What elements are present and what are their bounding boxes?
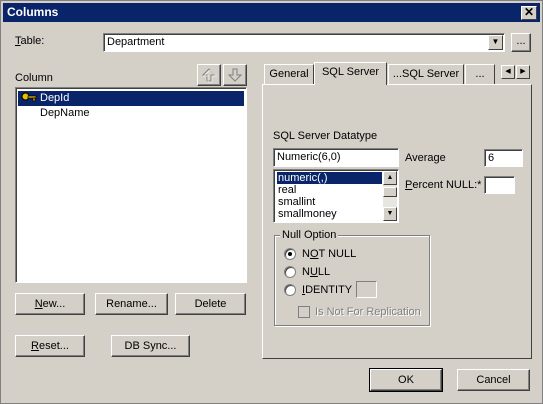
identity-seed-input[interactable] <box>356 281 377 298</box>
replication-checkbox[interactable] <box>298 306 310 318</box>
tab-sql-server-2[interactable]: ...SQL Server <box>388 64 464 84</box>
datatype-input[interactable]: Numeric(6,0) <box>273 148 399 167</box>
tab-general[interactable]: General <box>264 64 314 84</box>
sql-server-panel: SQL Server Datatype Numeric(6,0) numeric… <box>262 84 532 359</box>
null-radio[interactable] <box>284 266 296 278</box>
table-combo[interactable]: Department ▼ <box>103 33 505 52</box>
column-label: Column <box>15 72 53 84</box>
move-down-button[interactable] <box>223 64 247 86</box>
list-item[interactable]: DepName <box>18 106 90 121</box>
average-input[interactable]: 6 <box>484 149 523 167</box>
identity-label: IDENTITY <box>302 284 353 296</box>
tab-more[interactable]: ... <box>465 64 495 84</box>
not-null-radio[interactable] <box>284 248 296 260</box>
table-label-rest: able: <box>20 35 45 47</box>
key-icon <box>21 92 37 102</box>
replication-label: Is Not For Replication <box>315 306 421 318</box>
null-option-label: Null Option <box>280 229 339 241</box>
reset-button-rest: eset... <box>38 340 69 352</box>
list-item[interactable]: numeric(,) <box>277 172 382 184</box>
column-name: DepName <box>40 107 90 119</box>
title-bar: Columns ✕ <box>3 3 540 22</box>
table-label: Table: <box>15 35 45 47</box>
delete-button[interactable]: Delete <box>175 293 246 315</box>
reset-button[interactable]: Reset... <box>15 335 85 357</box>
column-name: DepId <box>40 92 70 104</box>
datatype-input-value: Numeric(6,0) <box>277 151 341 163</box>
percent-null-label: Percent NULL:* <box>405 179 482 191</box>
datatype-label: SQL Server Datatype <box>273 130 378 142</box>
scroll-up-icon[interactable]: ▲ <box>383 171 397 185</box>
db-sync-button[interactable]: DB Sync... <box>111 335 190 357</box>
rename-button[interactable]: Rename... <box>95 293 168 315</box>
arrow-up-icon <box>201 68 218 83</box>
null-label-rest: LL <box>317 266 331 278</box>
column-list[interactable]: DepId DepName <box>15 87 247 283</box>
list-item[interactable]: DepId <box>18 91 244 106</box>
table-combo-value: Department <box>107 36 165 48</box>
table-more-button[interactable]: ... <box>511 33 531 52</box>
window-title: Columns <box>7 5 59 19</box>
list-item[interactable]: smallmoney <box>277 208 337 220</box>
percent-null-label-rest: ercent NULL:* <box>412 179 482 191</box>
tab-scroll-left-icon[interactable]: ◀ <box>501 65 515 79</box>
percent-null-input[interactable] <box>484 176 515 194</box>
columns-dialog: Columns ✕ Table: Department ▼ ... Column… <box>0 0 543 404</box>
scroll-down-icon[interactable]: ▼ <box>383 207 397 221</box>
chevron-down-icon[interactable]: ▼ <box>488 35 503 50</box>
close-button[interactable]: ✕ <box>521 6 537 20</box>
tab-scroll-right-icon[interactable]: ▶ <box>516 65 530 79</box>
scrollbar[interactable]: ▲ ▼ <box>383 171 397 221</box>
not-null-label-rest: T NULL <box>318 248 357 260</box>
datatype-list[interactable]: numeric(,) real smallint smallmoney ▲ ▼ <box>273 169 399 223</box>
cancel-button[interactable]: Cancel <box>457 369 530 391</box>
not-null-label: NOT NULL <box>302 248 357 260</box>
null-label: NULL <box>302 266 331 278</box>
tab-sql-server[interactable]: SQL Server <box>314 62 387 85</box>
new-button-rest: ew... <box>42 298 66 310</box>
identity-radio[interactable] <box>284 284 296 296</box>
new-button[interactable]: New... <box>15 293 85 315</box>
list-item[interactable]: smallint <box>277 196 315 208</box>
move-up-button[interactable] <box>197 64 221 86</box>
arrow-down-icon <box>227 68 243 82</box>
ok-button[interactable]: OK <box>369 368 443 392</box>
list-item[interactable]: real <box>277 184 296 196</box>
average-value: 6 <box>488 152 495 164</box>
identity-label-rest: DENTITY <box>305 284 353 296</box>
average-label: Average <box>405 152 446 164</box>
scroll-thumb[interactable] <box>383 187 397 197</box>
